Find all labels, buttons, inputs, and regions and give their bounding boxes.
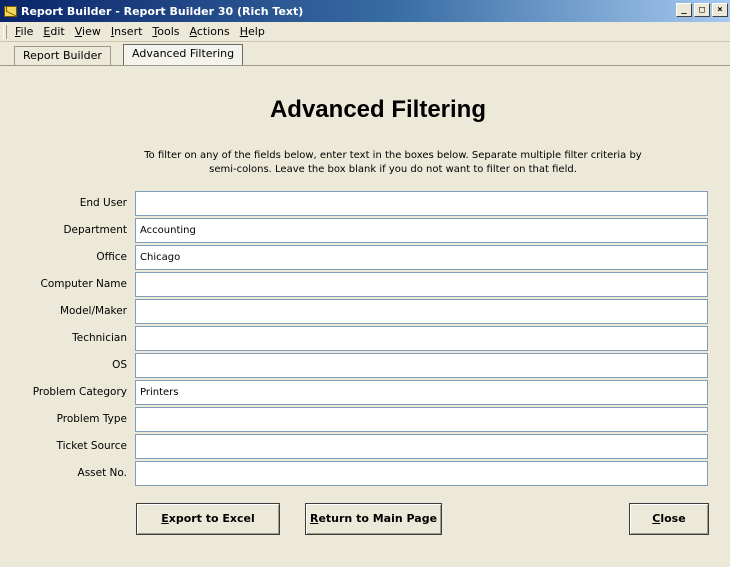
field-label-technician: Technician <box>72 332 127 344</box>
tab-advanced-filtering[interactable]: Advanced Filtering <box>123 44 244 66</box>
asset-no-field[interactable] <box>135 461 708 486</box>
field-label-os: OS <box>112 359 127 371</box>
field-row-os: OS <box>0 353 730 378</box>
field-row-office: Office <box>0 245 730 270</box>
menu-actions[interactable]: Actions <box>185 25 235 38</box>
minimize-button[interactable]: _ <box>676 3 692 17</box>
field-row-computer-name: Computer Name <box>0 272 730 297</box>
menu-insert[interactable]: Insert <box>106 25 148 38</box>
export-to-excel-button[interactable]: Export to Excel <box>136 503 280 535</box>
field-label-computer-name: Computer Name <box>40 278 127 290</box>
field-row-asset-no: Asset No. <box>0 461 730 486</box>
field-row-end-user: End User <box>0 191 730 216</box>
problem-category-field[interactable] <box>135 380 708 405</box>
field-label-department: Department <box>63 224 127 236</box>
field-label-asset-no: Asset No. <box>77 467 127 479</box>
field-row-model-maker: Model/Maker <box>0 299 730 324</box>
advanced-filtering-panel: Advanced Filtering To filter on any of t… <box>0 65 730 567</box>
menu-help[interactable]: Help <box>235 25 270 38</box>
ticket-source-field[interactable] <box>135 434 708 459</box>
menu-edit[interactable]: Edit <box>38 25 69 38</box>
problem-type-field[interactable] <box>135 407 708 432</box>
page-title: Advanced Filtering <box>269 96 487 123</box>
field-label-problem-category: Problem Category <box>32 386 127 398</box>
field-label-end-user: End User <box>79 197 127 209</box>
tab-strip: Report Builder Advanced Filtering <box>0 42 730 66</box>
field-row-department: Department <box>0 218 730 243</box>
menu-bar: File Edit View Insert Tools Actions Help <box>0 22 730 42</box>
field-row-problem-type: Problem Type <box>0 407 730 432</box>
window-title: Report Builder - Report Builder 30 (Rich… <box>21 4 304 18</box>
menu-tools[interactable]: Tools <box>147 25 184 38</box>
instructions-text: To filter on any of the fields below, en… <box>100 149 686 177</box>
instructions-line-2: semi-colons. Leave the box blank if you … <box>209 164 577 175</box>
mail-envelope-icon <box>4 5 17 17</box>
technician-field[interactable] <box>135 326 708 351</box>
close-button[interactable]: Close <box>629 503 709 535</box>
field-row-technician: Technician <box>0 326 730 351</box>
computer-name-field[interactable] <box>135 272 708 297</box>
end-user-field[interactable] <box>135 191 708 216</box>
toolbar-grip-handle[interactable] <box>3 24 7 39</box>
field-label-problem-type: Problem Type <box>56 413 127 425</box>
window-controls: _ □ × <box>676 3 728 17</box>
menu-file-rest: ile <box>20 25 34 38</box>
maximize-button[interactable]: □ <box>694 3 710 17</box>
field-label-office: Office <box>96 251 127 263</box>
menu-file[interactable]: File <box>10 25 38 38</box>
os-field[interactable] <box>135 353 708 378</box>
close-window-button[interactable]: × <box>712 3 728 17</box>
title-bar[interactable]: Report Builder - Report Builder 30 (Rich… <box>0 0 730 22</box>
field-label-ticket-source: Ticket Source <box>56 440 127 452</box>
field-row-problem-category: Problem Category <box>0 380 730 405</box>
field-label-model-maker: Model/Maker <box>59 305 127 317</box>
return-to-main-page-button[interactable]: Return to Main Page <box>305 503 442 535</box>
app-window: Report Builder - Report Builder 30 (Rich… <box>0 0 730 567</box>
office-field[interactable] <box>135 245 708 270</box>
menu-view[interactable]: View <box>70 25 106 38</box>
field-row-ticket-source: Ticket Source <box>0 434 730 459</box>
department-field[interactable] <box>135 218 708 243</box>
model-maker-field[interactable] <box>135 299 708 324</box>
instructions-line-1: To filter on any of the fields below, en… <box>144 150 642 161</box>
tab-report-builder[interactable]: Report Builder <box>14 46 111 65</box>
